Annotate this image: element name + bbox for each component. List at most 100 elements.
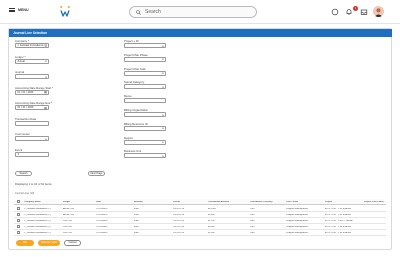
table-cell: Plan Cost	[63, 219, 73, 222]
right-field-input[interactable]: ≡	[124, 153, 166, 159]
workday-logo-icon[interactable]	[59, 6, 71, 18]
journal-lines-count: Journal Lines (10)	[15, 192, 35, 195]
next-page-button[interactable]: Next Page	[88, 171, 105, 176]
calendar-icon[interactable]: ▦	[44, 106, 47, 109]
chat-icon[interactable]	[331, 8, 339, 16]
notification-bell-icon[interactable]	[345, 8, 353, 16]
list-prompt-icon[interactable]: ≡	[162, 44, 164, 47]
table-cell: $1,000	[208, 231, 215, 234]
left-field-input[interactable]: Actual ≡	[15, 58, 49, 64]
left-field-input[interactable]: 01 / 01 / 2023 ▦	[15, 89, 49, 95]
table-cell: 123.456901	[96, 207, 108, 210]
list-prompt-icon[interactable]: ≡	[162, 127, 164, 130]
table-cell: $14,000	[208, 207, 216, 210]
right-field-input[interactable]	[124, 98, 166, 104]
list-prompt-icon[interactable]: ≡	[162, 154, 164, 157]
left-field-input[interactable]	[15, 120, 49, 126]
table-cell[interactable]: C_GoHotel & Academic (C.)	[24, 220, 51, 222]
list-prompt-icon[interactable]: ≡	[162, 141, 164, 144]
left-field-input[interactable]: ≡	[15, 74, 49, 79]
search-icon	[136, 9, 141, 15]
right-field-input[interactable]: ≡	[124, 56, 166, 62]
list-prompt-icon[interactable]: ≡	[45, 44, 47, 47]
hamburger-icon	[9, 8, 15, 12]
table-cell: USD	[250, 225, 255, 228]
table-cell: USD	[250, 207, 255, 210]
row-checkbox[interactable]	[17, 225, 20, 229]
table-cell: 123.456901	[96, 225, 108, 228]
row-checkbox[interactable]	[17, 213, 20, 217]
row-checkbox[interactable]	[17, 207, 20, 211]
user-avatar[interactable]	[373, 6, 384, 17]
list-prompt-icon[interactable]: ≡	[162, 72, 164, 75]
table-header-row: Company Name Ledger Debit Account Period…	[14, 199, 386, 205]
save-for-later-button[interactable]: Save for Later	[38, 240, 60, 246]
table-cell: 2023-01-18	[173, 207, 185, 210]
col-header: Cost Center	[286, 200, 299, 203]
table-cell: $5,000	[208, 213, 215, 216]
search-input[interactable]: Search	[129, 6, 257, 18]
right-field-label: Region	[124, 135, 133, 140]
table-cell: Program Management	[286, 225, 308, 228]
table-cell: USD	[250, 231, 255, 234]
left-field-input[interactable]: 01 / 31 / 2023 ▦	[15, 105, 49, 110]
table-cell: 2023-01-18	[173, 225, 185, 228]
row-checkbox[interactable]	[17, 231, 20, 235]
cancel-button[interactable]: Cancel	[64, 240, 81, 246]
left-field-label: Ledger *	[15, 54, 26, 59]
table-cell: 123.456901	[96, 213, 108, 216]
list-prompt-icon[interactable]: ≡	[162, 113, 164, 116]
table-cell: Program Management	[286, 207, 308, 210]
table-cell[interactable]: C_GoHotel & Academic (C.)	[24, 226, 51, 228]
ok-button[interactable]: OK	[16, 240, 34, 246]
table-cell: 2023-01-18	[173, 219, 185, 222]
table-cell: $1,100	[208, 219, 215, 222]
col-header: Ledger	[63, 200, 71, 203]
list-prompt-icon[interactable]: ≡	[162, 85, 164, 88]
table-cell: Plan Cost	[63, 231, 73, 234]
row-checkbox[interactable]	[17, 219, 20, 223]
col-header: Account	[134, 200, 143, 203]
table-row[interactable]: C_GoHotel & Academic (C.) Plan Cost 123.45…	[14, 230, 386, 236]
table-cell: $123,71.40 * 1.35 of Actual	[325, 207, 352, 210]
left-field-input[interactable]: 4	[15, 151, 49, 157]
table-cell[interactable]: C_GoHotel & Academic (C.)	[24, 232, 51, 234]
table-cell: 4060	[134, 213, 139, 216]
search-button[interactable]: Search	[15, 171, 32, 176]
right-field-input[interactable]: ≡	[124, 112, 166, 117]
right-field-input[interactable]: ≡	[124, 70, 166, 76]
right-field-input[interactable]: ≡	[124, 139, 166, 145]
left-field-label: Transaction Date	[15, 116, 37, 121]
search-placeholder: Search	[145, 9, 161, 15]
list-prompt-icon[interactable]: ≡	[162, 58, 164, 61]
notification-badge: 1	[353, 6, 358, 11]
right-field-input[interactable]: ≡	[124, 84, 166, 90]
table-cell[interactable]: C_GoHotel & Academic (C.)	[24, 214, 51, 216]
left-field-label: Event	[15, 147, 23, 152]
col-header: Period	[173, 200, 180, 203]
list-prompt-icon[interactable]: ≡	[45, 75, 47, 78]
table-cell: 123.456901	[96, 231, 108, 234]
table-cell: Actual Cost	[63, 213, 75, 216]
right-field-label: Project Plan Task	[124, 66, 146, 71]
table-cell: Plan Cost	[63, 225, 73, 228]
left-field-input[interactable]: × GoHotel & Academic (C…) ≡	[15, 43, 49, 48]
right-field-input[interactable]: ≡	[124, 125, 166, 131]
calendar-icon[interactable]: ▦	[44, 91, 47, 94]
list-prompt-icon[interactable]: ≡	[45, 137, 47, 140]
right-field-input[interactable]: ≡	[124, 43, 166, 48]
col-header: Company Name	[24, 200, 41, 203]
table-cell: 4060	[134, 231, 139, 234]
table-cell: 4060	[134, 225, 139, 228]
list-prompt-icon[interactable]: ≡	[45, 60, 47, 63]
left-field-value: 01 / 31 / 2023	[17, 106, 34, 109]
menu-button[interactable]: MENU	[9, 8, 29, 12]
table-cell: USD	[250, 213, 255, 216]
table-cell: Program Management	[286, 231, 308, 234]
left-field-input[interactable]: ≡	[15, 136, 49, 141]
table-cell: Program Management	[286, 213, 308, 216]
menu-label: MENU	[18, 8, 29, 12]
table-cell[interactable]: C_GoHotel & Academic (C.)	[24, 208, 51, 210]
inbox-icon[interactable]	[360, 8, 368, 16]
select-all-checkbox[interactable]	[17, 200, 20, 204]
